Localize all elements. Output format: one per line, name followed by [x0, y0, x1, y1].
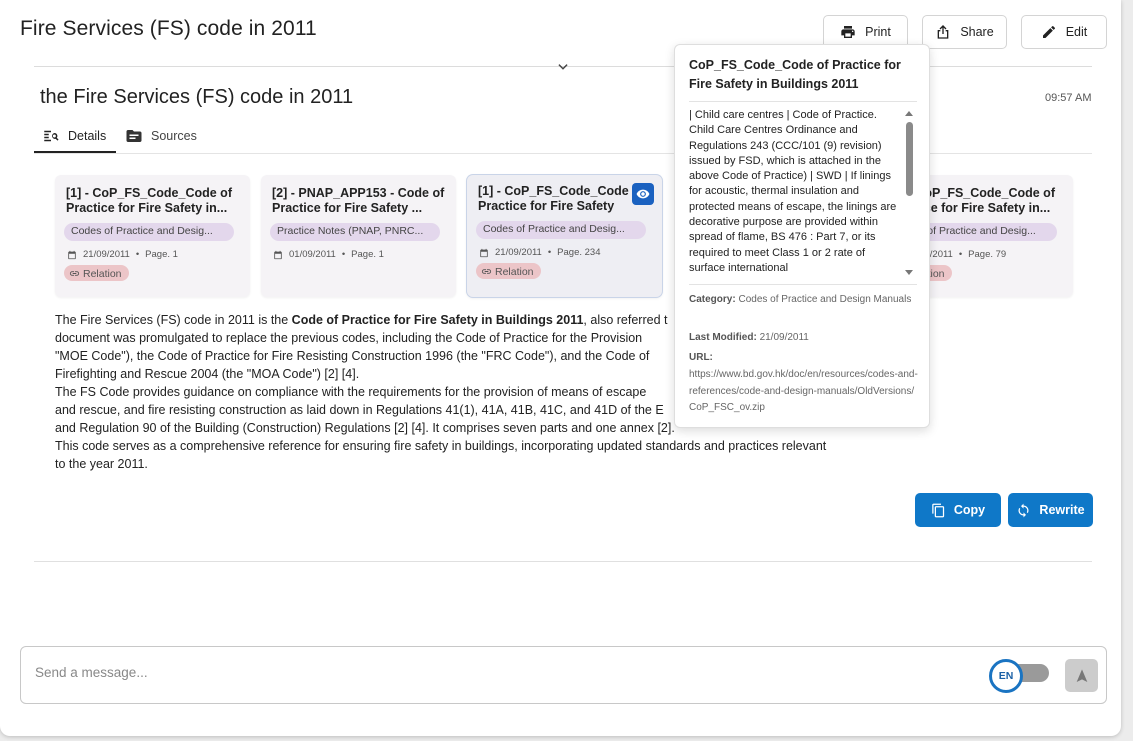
calendar-icon: [68, 250, 76, 259]
chevron-down-icon[interactable]: [556, 60, 570, 74]
source-meta: 01/09/2011 • Page. 1: [273, 249, 384, 260]
source-page: Page. 234: [557, 247, 601, 258]
print-label: Print: [865, 25, 891, 39]
edit-label: Edit: [1065, 25, 1088, 39]
popover-url[interactable]: https://www.bd.gov.hk/doc/en/resources/c…: [689, 367, 919, 417]
answer-paragraph: This code serves as a comprehensive refe…: [55, 439, 827, 471]
source-preview-popover: CoP_FS_Code_Code of Practice for Fire Sa…: [674, 44, 930, 428]
source-card[interactable]: [1] - CoP_FS_Code_Code of Practice for F…: [55, 175, 250, 297]
popover-scrollbar[interactable]: [904, 108, 916, 278]
source-meta: 21/09/2011 • Page. 234: [479, 247, 601, 258]
source-page: Page. 79: [968, 249, 1007, 260]
details-search-icon: [44, 130, 59, 142]
tab-sources[interactable]: Sources: [125, 118, 197, 154]
answer-emphasis: Code of Practice for Fire Safety in Buil…: [291, 313, 584, 327]
source-card[interactable]: [2] - PNAP_APP153 - Code of Practice for…: [261, 175, 456, 297]
popover-divider: [689, 284, 917, 285]
rewrite-button[interactable]: Rewrite: [1008, 493, 1093, 527]
field-label: Category:: [689, 294, 736, 305]
meta-dot: •: [547, 247, 552, 258]
answer-text: The Fire Services (FS) code in 2011 is t…: [55, 313, 292, 327]
rewrite-label: Rewrite: [1039, 503, 1085, 517]
source-meta: 21/09/2011 • Page. 1: [67, 249, 178, 260]
tab-sources-label: Sources: [151, 129, 197, 143]
field-label: Last Modified:: [689, 332, 757, 343]
field-value: Codes of Practice and Design Manuals: [738, 294, 912, 305]
popover-title: CoP_FS_Code_Code of Practice for Fire Sa…: [689, 58, 901, 91]
refresh-icon: [1018, 503, 1029, 517]
share-button[interactable]: Share: [922, 15, 1007, 49]
meta-dot: •: [958, 249, 963, 260]
link-icon: [69, 271, 80, 276]
app-frame: Fire Services (FS) code in 2011 Print Sh…: [0, 0, 1121, 736]
meta-dot: •: [135, 249, 140, 260]
category-chip: Practice Notes (PNAP, PNRC...: [270, 223, 440, 241]
popover-category: Category: Codes of Practice and Design M…: [689, 292, 921, 309]
source-date: 01/09/2011: [289, 249, 336, 260]
edit-button[interactable]: Edit: [1021, 15, 1107, 49]
answer-timestamp: 09:57 AM: [1045, 92, 1092, 104]
source-page: Page. 1: [351, 249, 384, 260]
eye-icon: [636, 189, 650, 199]
source-card-title: [1] - CoP_FS_Code_Code of Practice for F…: [66, 186, 232, 215]
source-date: 21/09/2011: [83, 249, 130, 260]
category-chip: Codes of Practice and Desig...: [64, 223, 234, 241]
source-card-selected[interactable]: [1] - CoP_FS_Code_Code Practice for Fire…: [467, 175, 662, 297]
relation-label: Relation: [83, 267, 122, 280]
category-chip: Codes of Practice and Desig...: [476, 221, 646, 239]
field-value: 21/09/2011: [759, 332, 809, 343]
popover-excerpt[interactable]: | Child care centres | Code of Practice.…: [689, 108, 904, 276]
send-button[interactable]: [1065, 659, 1098, 692]
scroll-down-arrow-icon[interactable]: [905, 270, 913, 275]
language-toggle[interactable]: EN: [989, 659, 1023, 693]
relation-badge: Relation: [476, 263, 541, 279]
preview-button[interactable]: [632, 183, 654, 205]
popover-divider: [689, 101, 917, 102]
share-icon: [937, 25, 949, 39]
scrollbar-thumb[interactable]: [906, 122, 913, 196]
relation-badge: Relation: [64, 265, 129, 281]
page-title: Fire Services (FS) code in 2011: [20, 17, 317, 40]
source-card-title: [1] - CoP_FS_Code_Code Practice for Fire…: [478, 184, 629, 213]
source-date: 21/09/2011: [495, 247, 542, 258]
message-input[interactable]: [35, 665, 935, 680]
answer-title: the Fire Services (FS) code in 2011: [40, 86, 354, 108]
content-divider: [34, 561, 1092, 562]
popover-modified: Last Modified: 21/09/2011: [689, 330, 921, 347]
popover-url-label: URL:: [689, 350, 921, 367]
tab-details[interactable]: Details: [42, 118, 106, 154]
copy-icon: [932, 503, 944, 517]
calendar-icon: [480, 248, 488, 257]
copy-label: Copy: [953, 503, 986, 517]
pencil-icon: [1042, 25, 1055, 38]
source-page: Page. 1: [145, 249, 178, 260]
link-icon: [481, 269, 492, 274]
message-composer: EN: [20, 646, 1107, 704]
share-label: Share: [960, 25, 994, 39]
calendar-icon: [274, 250, 282, 259]
send-arrow-icon: [1076, 668, 1087, 682]
scroll-up-arrow-icon[interactable]: [905, 111, 913, 116]
printer-icon: [841, 26, 855, 38]
relation-label: Relation: [495, 265, 534, 278]
field-label: URL:: [689, 352, 713, 363]
language-label: EN: [998, 670, 1014, 682]
meta-dot: •: [341, 249, 346, 260]
folder-icon: [126, 130, 142, 142]
tab-details-label: Details: [68, 129, 107, 143]
tabs-divider: [34, 153, 1092, 154]
copy-button[interactable]: Copy: [915, 493, 1001, 527]
source-card-title: [2] - PNAP_APP153 - Code of Practice for…: [272, 186, 445, 215]
